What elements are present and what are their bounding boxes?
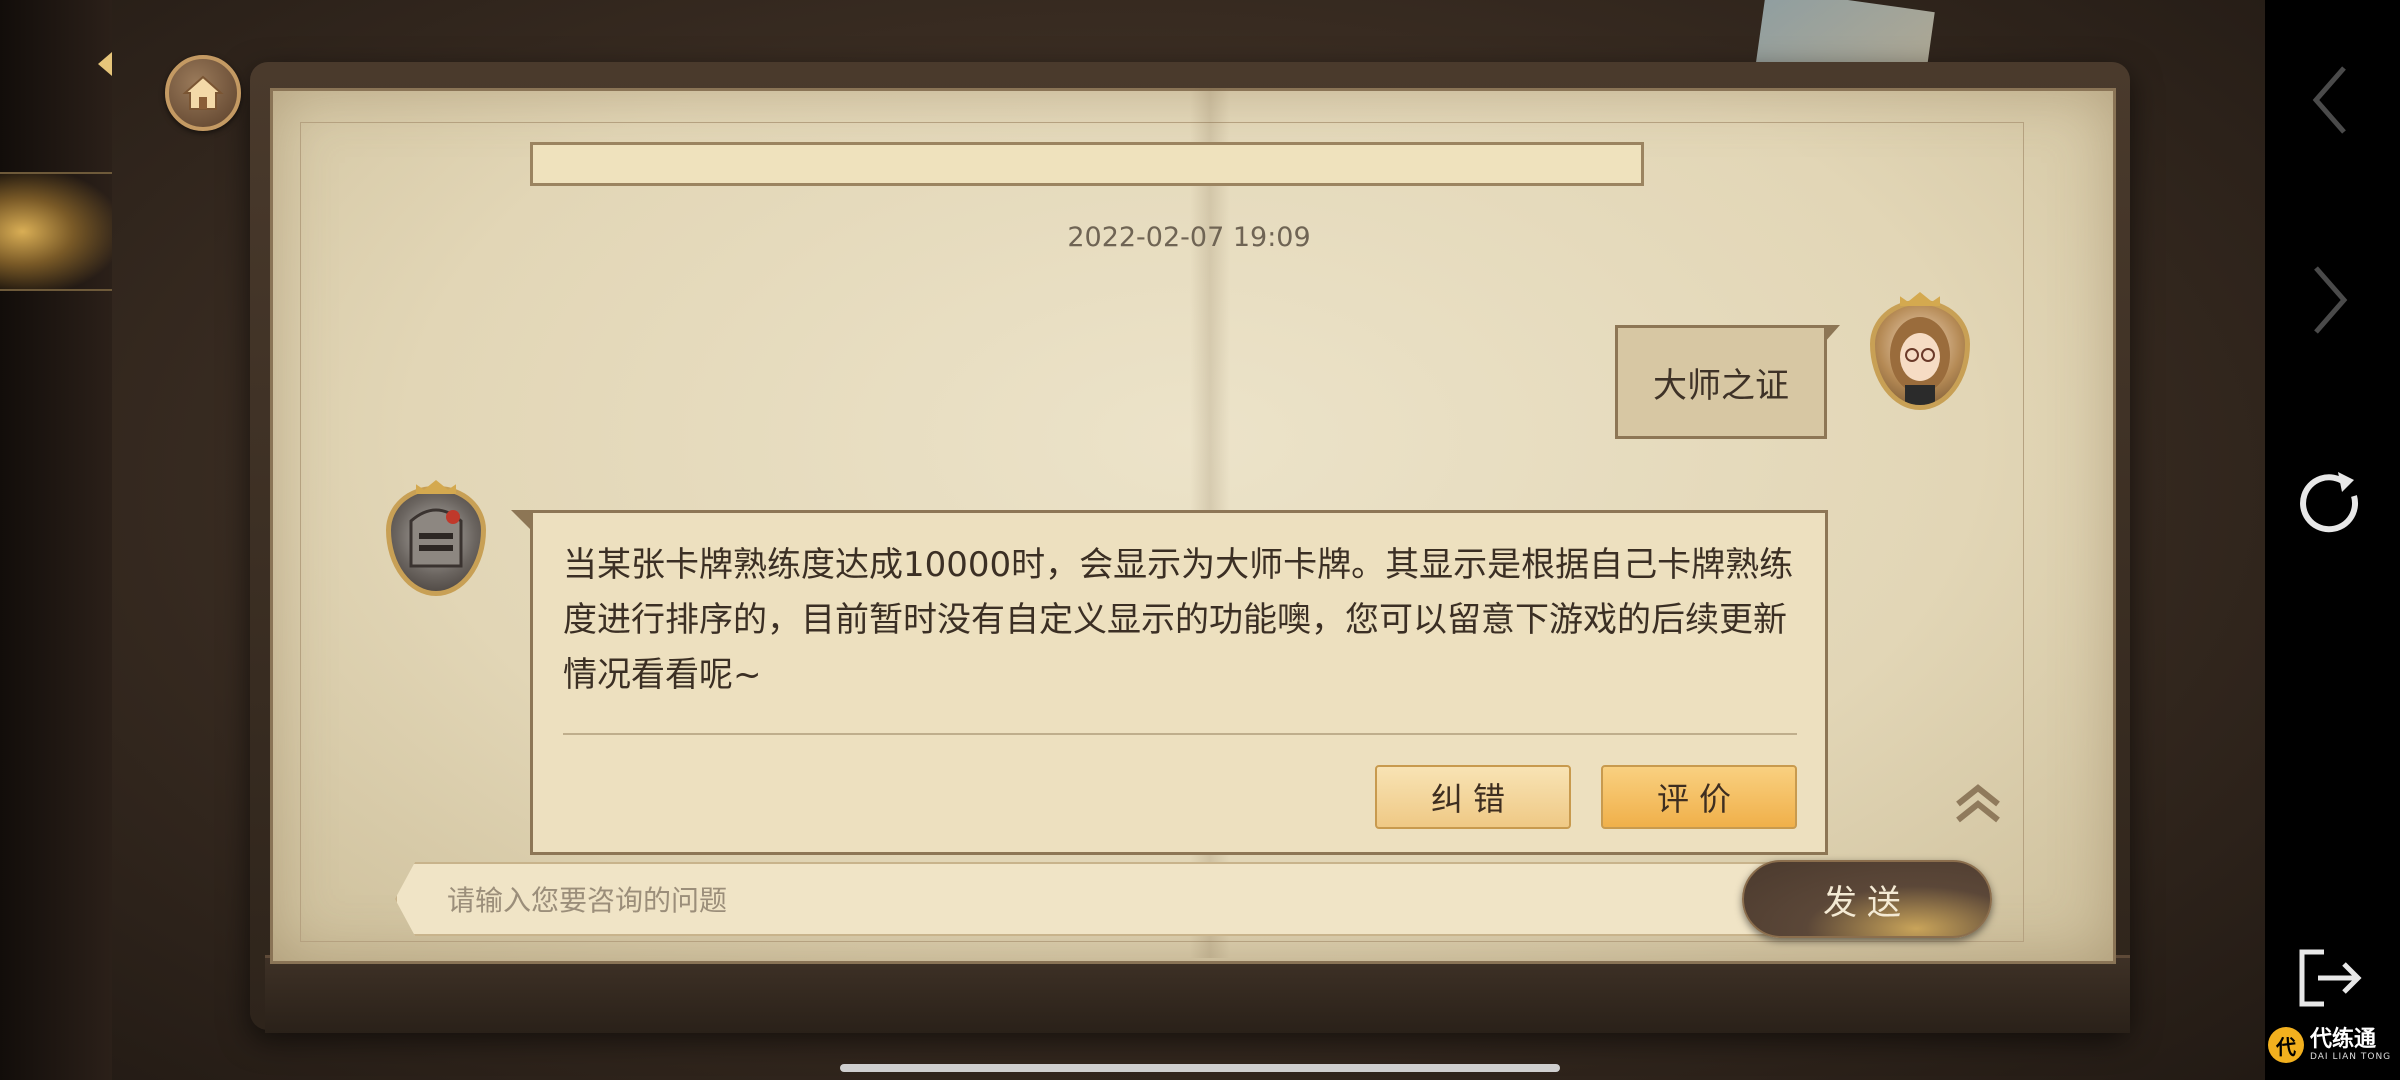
home-button[interactable] bbox=[165, 55, 241, 131]
left-side-panel bbox=[0, 0, 112, 1080]
collapse-up-icon[interactable] bbox=[1953, 780, 2003, 830]
watermark-badge: 代 bbox=[2268, 1027, 2304, 1063]
question-input[interactable]: 请输入您要咨询的问题 bbox=[395, 862, 1795, 936]
home-icon bbox=[182, 75, 224, 110]
reply-divider bbox=[563, 733, 1797, 735]
watermark-main-text: 代练通 bbox=[2310, 1027, 2377, 1052]
home-indicator[interactable] bbox=[840, 1064, 1560, 1072]
left-collapse-arrow-icon[interactable] bbox=[98, 52, 112, 76]
assistant-reply-card: 当某张卡牌熟练度达成10000时，会显示为大师卡牌。其显示是根据自己卡牌熟练度进… bbox=[511, 510, 1828, 855]
send-button[interactable]: 发送 bbox=[1742, 860, 1992, 938]
message-timestamp: 2022-02-07 19:09 bbox=[1067, 222, 1311, 253]
book-bottom-edge bbox=[265, 955, 2130, 1033]
refresh-icon[interactable] bbox=[2290, 462, 2370, 542]
question-input-placeholder: 请输入您要咨询的问题 bbox=[447, 884, 728, 917]
rate-button[interactable]: 评价 bbox=[1601, 765, 1797, 829]
forward-nav-icon[interactable] bbox=[2290, 260, 2370, 340]
correct-button[interactable]: 纠错 bbox=[1375, 765, 1571, 829]
back-nav-icon[interactable] bbox=[2290, 60, 2370, 140]
previous-message-strip bbox=[530, 142, 1644, 186]
assistant-reply-text: 当某张卡牌熟练度达成10000时，会显示为大师卡牌。其显示是根据自己卡牌熟练度进… bbox=[563, 545, 1794, 695]
exit-icon[interactable] bbox=[2290, 938, 2370, 1018]
user-message-text: 大师之证 bbox=[1653, 365, 1789, 406]
watermark-sub-text: DAI LIAN TONG bbox=[2310, 1052, 2392, 1062]
user-message-bubble: 大师之证 bbox=[1615, 325, 1840, 439]
watermark-logo: 代 代练通 DAI LIAN TONG bbox=[2268, 1015, 2400, 1075]
